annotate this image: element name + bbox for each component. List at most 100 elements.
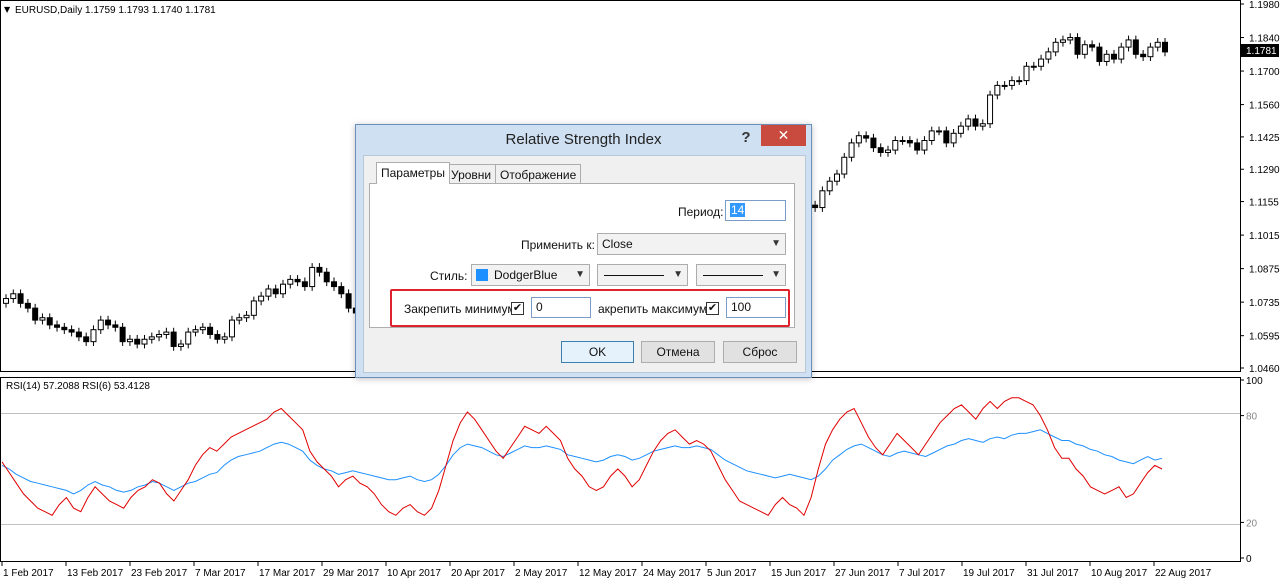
- candle-body: [331, 281, 338, 288]
- ok-button[interactable]: OK: [561, 341, 634, 363]
- apply-to-value: Close: [602, 237, 633, 251]
- price-axis-label: 1.1425: [1249, 133, 1280, 144]
- period-label: Период:: [678, 205, 724, 219]
- rsi-axis: 100 80 20 0: [1240, 376, 1263, 565]
- candle: [987, 90, 994, 129]
- candle-body: [24, 302, 31, 309]
- candle-body: [68, 329, 75, 333]
- candle-body: [309, 266, 316, 288]
- rsi6-line: [1, 397, 1163, 517]
- candle: [134, 334, 141, 349]
- candle-body: [214, 333, 221, 340]
- style-label: Стиль:: [430, 269, 468, 283]
- candle-body: [1001, 84, 1008, 87]
- candle: [1118, 42, 1125, 64]
- line-width-select[interactable]: ▼: [696, 264, 786, 286]
- color-select[interactable]: DodgerBlue ▼: [471, 264, 590, 286]
- price-axis-label: 1.1840: [1249, 34, 1280, 45]
- candle-body: [90, 329, 97, 343]
- candle: [1052, 38, 1059, 57]
- candle-body: [105, 319, 112, 326]
- close-icon[interactable]: ✕: [761, 125, 806, 146]
- price-axis-label: 1.0595: [1249, 332, 1280, 343]
- candle: [105, 315, 112, 330]
- date-axis-label: 22 Aug 2017: [1155, 568, 1212, 579]
- candle: [279, 279, 286, 299]
- candle-body: [338, 286, 345, 295]
- line-style-select[interactable]: ▼: [597, 264, 688, 286]
- date-axis-label: 12 May 2017: [579, 568, 637, 579]
- candle: [258, 291, 265, 306]
- candle: [855, 131, 862, 148]
- candle-body: [39, 317, 46, 321]
- color-swatch: [476, 269, 488, 281]
- candle: [148, 332, 155, 344]
- date-axis-label: 5 Jun 2017: [707, 568, 757, 579]
- candle: [243, 311, 250, 323]
- candle-body: [863, 135, 870, 139]
- candle: [1023, 61, 1030, 85]
- reset-button[interactable]: Сброс: [723, 341, 797, 363]
- apply-to-label: Применить к:: [521, 238, 595, 252]
- candle: [819, 186, 826, 212]
- candle-body: [1038, 58, 1045, 67]
- candle: [877, 143, 884, 157]
- candle-body: [345, 293, 352, 309]
- candle-body: [10, 293, 17, 300]
- candle: [848, 138, 855, 162]
- candle: [32, 303, 39, 325]
- candle: [185, 327, 192, 349]
- candle-body: [812, 204, 819, 209]
- candle: [39, 313, 46, 325]
- cancel-button[interactable]: Отмена: [641, 341, 715, 363]
- candle-body: [1052, 41, 1059, 53]
- date-axis-label: 2 May 2017: [515, 568, 568, 579]
- date-axis-label: 7 Jul 2017: [899, 568, 946, 579]
- candle: [826, 176, 833, 196]
- candle: [68, 325, 75, 337]
- candle-body: [75, 331, 82, 338]
- candle: [61, 322, 68, 334]
- candle-body: [156, 333, 163, 338]
- candle: [1132, 35, 1139, 59]
- candle-body: [928, 130, 935, 141]
- symbol-menu-arrow-icon[interactable]: ▼: [4, 5, 11, 14]
- candle-body: [899, 140, 906, 142]
- candle: [228, 315, 235, 342]
- apply-to-select[interactable]: Close ▼: [597, 233, 786, 255]
- candle-body: [972, 118, 979, 127]
- highlight-box: [390, 289, 790, 327]
- price-axis-label: 1.1980: [1249, 0, 1280, 11]
- candle: [24, 299, 31, 313]
- candle: [1067, 33, 1074, 45]
- candle: [265, 284, 272, 301]
- candle: [83, 332, 90, 346]
- candle-body: [243, 314, 250, 319]
- chevron-down-icon: ▼: [771, 238, 781, 249]
- candle: [928, 126, 935, 145]
- candle: [97, 315, 104, 334]
- rsi-axis-label: 0: [1246, 554, 1252, 565]
- chevron-down-icon: ▼: [575, 269, 585, 280]
- price-axis-label: 1.1560: [1249, 101, 1280, 112]
- candle: [1081, 40, 1088, 59]
- candle: [199, 322, 206, 334]
- candle-body: [126, 338, 133, 343]
- candle: [914, 138, 921, 155]
- tab-parameters[interactable]: Параметры: [376, 162, 450, 184]
- date-axis: 1 Feb 2017 13 Feb 2017 23 Feb 2017 7 Mar 20…: [1, 562, 1212, 579]
- help-icon[interactable]: ?: [736, 129, 756, 146]
- candle-body: [258, 295, 265, 302]
- candle-body: [826, 180, 833, 192]
- tab-display[interactable]: Отображение: [495, 164, 582, 184]
- candle-body: [841, 156, 848, 175]
- candle: [294, 275, 301, 287]
- candle: [272, 284, 279, 299]
- period-input[interactable]: 14: [725, 200, 786, 221]
- tab-levels[interactable]: Уровни: [446, 164, 497, 184]
- candle: [1074, 33, 1081, 59]
- candle-body: [1125, 39, 1132, 48]
- candle: [177, 339, 184, 351]
- date-axis-label: 27 Jun 2017: [835, 568, 890, 579]
- date-axis-label: 24 May 2017: [643, 568, 701, 579]
